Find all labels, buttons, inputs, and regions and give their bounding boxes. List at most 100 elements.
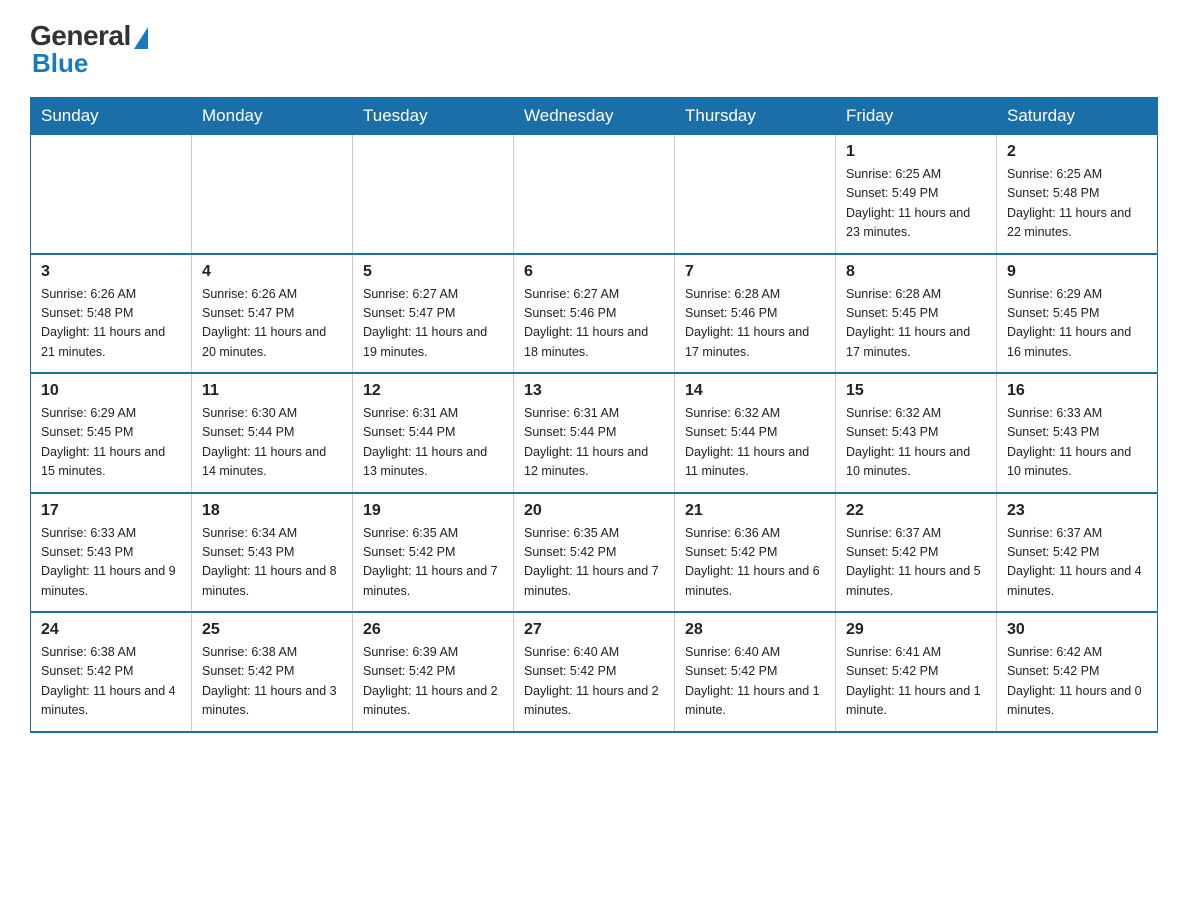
calendar-cell: 1 Sunrise: 6:25 AM Sunset: 5:49 PM Daylig… [836, 135, 997, 254]
day-number: 28 [685, 621, 825, 639]
calendar-cell: 4 Sunrise: 6:26 AM Sunset: 5:47 PM Daylig… [192, 254, 353, 374]
calendar-cell: 10 Sunrise: 6:29 AM Sunset: 5:45 PM Dayli… [31, 373, 192, 493]
day-info: Sunrise: 6:29 AM Sunset: 5:45 PM Dayligh… [1007, 285, 1147, 363]
calendar-cell: 13 Sunrise: 6:31 AM Sunset: 5:44 PM Dayli… [514, 373, 675, 493]
calendar-cell: 19 Sunrise: 6:35 AM Sunset: 5:42 PM Dayli… [353, 493, 514, 613]
weekday-header-friday: Friday [836, 98, 997, 135]
day-info: Sunrise: 6:32 AM Sunset: 5:44 PM Dayligh… [685, 404, 825, 482]
weekday-header-saturday: Saturday [997, 98, 1158, 135]
calendar-cell: 17 Sunrise: 6:33 AM Sunset: 5:43 PM Dayli… [31, 493, 192, 613]
day-info: Sunrise: 6:33 AM Sunset: 5:43 PM Dayligh… [41, 524, 181, 602]
calendar-cell: 6 Sunrise: 6:27 AM Sunset: 5:46 PM Daylig… [514, 254, 675, 374]
day-number: 21 [685, 502, 825, 520]
calendar-cell: 16Sunrise: 6:33 AM Sunset: 5:43 PM Dayli… [997, 373, 1158, 493]
day-number: 23 [1007, 502, 1147, 520]
day-info: Sunrise: 6:28 AM Sunset: 5:46 PM Dayligh… [685, 285, 825, 363]
day-info: Sunrise: 6:41 AM Sunset: 5:42 PM Dayligh… [846, 643, 986, 721]
calendar-cell: 25Sunrise: 6:38 AM Sunset: 5:42 PM Dayli… [192, 612, 353, 732]
day-number: 11 [202, 382, 342, 400]
day-number: 7 [685, 263, 825, 281]
day-number: 25 [202, 621, 342, 639]
day-info: Sunrise: 6:28 AM Sunset: 5:45 PM Dayligh… [846, 285, 986, 363]
day-number: 26 [363, 621, 503, 639]
day-info: Sunrise: 6:38 AM Sunset: 5:42 PM Dayligh… [41, 643, 181, 721]
weekday-header-thursday: Thursday [675, 98, 836, 135]
day-number: 22 [846, 502, 986, 520]
day-info: Sunrise: 6:25 AM Sunset: 5:49 PM Dayligh… [846, 165, 986, 243]
week-row-5: 24 Sunrise: 6:38 AM Sunset: 5:42 PM Dayli… [31, 612, 1158, 732]
calendar-cell: 5 Sunrise: 6:27 AM Sunset: 5:47 PM Daylig… [353, 254, 514, 374]
day-number: 15 [846, 382, 986, 400]
calendar-cell: 28 Sunrise: 6:40 AM Sunset: 5:42 PM Dayli… [675, 612, 836, 732]
week-row-3: 10 Sunrise: 6:29 AM Sunset: 5:45 PM Dayli… [31, 373, 1158, 493]
day-number: 5 [363, 263, 503, 281]
weekday-header-tuesday: Tuesday [353, 98, 514, 135]
day-number: 10 [41, 382, 181, 400]
day-info: Sunrise: 6:32 AM Sunset: 5:43 PM Dayligh… [846, 404, 986, 482]
calendar-cell: 18 Sunrise: 6:34 AM Sunset: 5:43 PM Dayli… [192, 493, 353, 613]
day-number: 8 [846, 263, 986, 281]
calendar-cell: 26 Sunrise: 6:39 AM Sunset: 5:42 PM Dayli… [353, 612, 514, 732]
day-number: 27 [524, 621, 664, 639]
calendar-cell: 2 Sunrise: 6:25 AM Sunset: 5:48 PM Daylig… [997, 135, 1158, 254]
day-info: Sunrise: 6:42 AM Sunset: 5:42 PM Dayligh… [1007, 643, 1147, 721]
day-number: 14 [685, 382, 825, 400]
calendar-cell [514, 135, 675, 254]
calendar-cell: 12Sunrise: 6:31 AM Sunset: 5:44 PM Dayli… [353, 373, 514, 493]
calendar-cell: 11 Sunrise: 6:30 AM Sunset: 5:44 PM Dayli… [192, 373, 353, 493]
day-number: 19 [363, 502, 503, 520]
day-info: Sunrise: 6:26 AM Sunset: 5:48 PM Dayligh… [41, 285, 181, 363]
logo-triangle-icon [134, 27, 148, 49]
calendar-cell: 27 Sunrise: 6:40 AM Sunset: 5:42 PM Dayli… [514, 612, 675, 732]
weekday-header-wednesday: Wednesday [514, 98, 675, 135]
day-number: 17 [41, 502, 181, 520]
calendar-cell: 22Sunrise: 6:37 AM Sunset: 5:42 PM Dayli… [836, 493, 997, 613]
day-number: 3 [41, 263, 181, 281]
day-number: 9 [1007, 263, 1147, 281]
day-info: Sunrise: 6:25 AM Sunset: 5:48 PM Dayligh… [1007, 165, 1147, 243]
week-row-1: 1 Sunrise: 6:25 AM Sunset: 5:49 PM Daylig… [31, 135, 1158, 254]
weekday-header-monday: Monday [192, 98, 353, 135]
calendar-cell: 15 Sunrise: 6:32 AM Sunset: 5:43 PM Dayli… [836, 373, 997, 493]
calendar-cell: 9 Sunrise: 6:29 AM Sunset: 5:45 PM Daylig… [997, 254, 1158, 374]
day-number: 24 [41, 621, 181, 639]
calendar-cell: 20 Sunrise: 6:35 AM Sunset: 5:42 PM Dayli… [514, 493, 675, 613]
calendar-cell [192, 135, 353, 254]
calendar-cell [31, 135, 192, 254]
day-number: 13 [524, 382, 664, 400]
calendar-cell [675, 135, 836, 254]
day-info: Sunrise: 6:39 AM Sunset: 5:42 PM Dayligh… [363, 643, 503, 721]
day-info: Sunrise: 6:27 AM Sunset: 5:46 PM Dayligh… [524, 285, 664, 363]
calendar-cell: 8 Sunrise: 6:28 AM Sunset: 5:45 PM Daylig… [836, 254, 997, 374]
calendar-cell: 21 Sunrise: 6:36 AM Sunset: 5:42 PM Dayli… [675, 493, 836, 613]
day-number: 18 [202, 502, 342, 520]
day-info: Sunrise: 6:36 AM Sunset: 5:42 PM Dayligh… [685, 524, 825, 602]
day-info: Sunrise: 6:34 AM Sunset: 5:43 PM Dayligh… [202, 524, 342, 602]
day-number: 1 [846, 143, 986, 161]
day-info: Sunrise: 6:40 AM Sunset: 5:42 PM Dayligh… [685, 643, 825, 721]
day-number: 30 [1007, 621, 1147, 639]
day-number: 4 [202, 263, 342, 281]
day-info: Sunrise: 6:35 AM Sunset: 5:42 PM Dayligh… [524, 524, 664, 602]
calendar-cell: 23 Sunrise: 6:37 AM Sunset: 5:42 PM Dayli… [997, 493, 1158, 613]
day-info: Sunrise: 6:26 AM Sunset: 5:47 PM Dayligh… [202, 285, 342, 363]
calendar-cell: 30 Sunrise: 6:42 AM Sunset: 5:42 PM Dayli… [997, 612, 1158, 732]
day-number: 16 [1007, 382, 1147, 400]
day-info: Sunrise: 6:35 AM Sunset: 5:42 PM Dayligh… [363, 524, 503, 602]
logo-blue-text: Blue [32, 48, 88, 79]
day-info: Sunrise: 6:29 AM Sunset: 5:45 PM Dayligh… [41, 404, 181, 482]
day-info: Sunrise: 6:31 AM Sunset: 5:44 PM Dayligh… [524, 404, 664, 482]
day-number: 20 [524, 502, 664, 520]
day-info: Sunrise: 6:37 AM Sunset: 5:42 PM Dayligh… [1007, 524, 1147, 602]
day-info: Sunrise: 6:31 AM Sunset: 5:44 PM Dayligh… [363, 404, 503, 482]
calendar-table: SundayMondayTuesdayWednesdayThursdayFrid… [30, 97, 1158, 733]
weekday-header-sunday: Sunday [31, 98, 192, 135]
day-info: Sunrise: 6:40 AM Sunset: 5:42 PM Dayligh… [524, 643, 664, 721]
week-row-4: 17 Sunrise: 6:33 AM Sunset: 5:43 PM Dayli… [31, 493, 1158, 613]
day-info: Sunrise: 6:27 AM Sunset: 5:47 PM Dayligh… [363, 285, 503, 363]
day-number: 6 [524, 263, 664, 281]
day-info: Sunrise: 6:30 AM Sunset: 5:44 PM Dayligh… [202, 404, 342, 482]
calendar-cell: 3 Sunrise: 6:26 AM Sunset: 5:48 PM Daylig… [31, 254, 192, 374]
calendar-cell: 24 Sunrise: 6:38 AM Sunset: 5:42 PM Dayli… [31, 612, 192, 732]
day-number: 2 [1007, 143, 1147, 161]
